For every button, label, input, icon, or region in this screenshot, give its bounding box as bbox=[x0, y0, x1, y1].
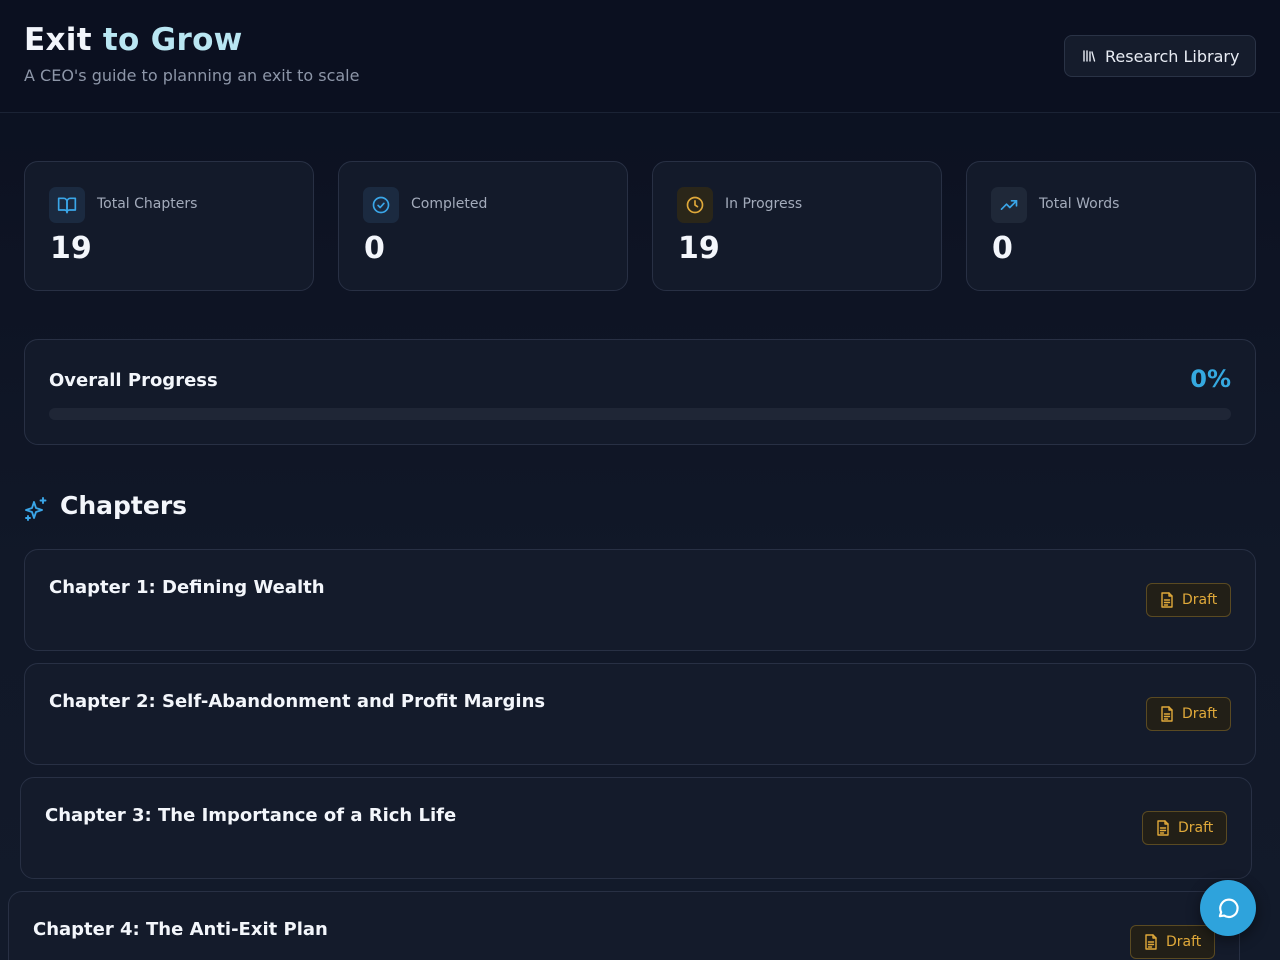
message-circle-icon bbox=[1218, 898, 1239, 919]
chapter-card[interactable]: Chapter 4: The Anti-Exit Plan Draft bbox=[8, 891, 1240, 960]
chapter-card[interactable]: Chapter 3: The Importance of a Rich Life… bbox=[20, 777, 1252, 879]
sparkles-icon bbox=[25, 497, 47, 521]
stat-card-total-chapters: Total Chapters 19 bbox=[24, 161, 314, 291]
check-circle-icon bbox=[363, 187, 399, 223]
app-header: Exit to Grow A CEO's guide to planning a… bbox=[0, 0, 1280, 113]
chapter-card[interactable]: Chapter 1: Defining Wealth Draft bbox=[24, 549, 1256, 651]
file-text-icon bbox=[1161, 706, 1173, 722]
status-badge: Draft bbox=[1142, 811, 1227, 845]
progress-bar bbox=[49, 408, 1231, 420]
app-title-part1: Exit bbox=[24, 22, 92, 58]
stat-label: Total Words bbox=[1039, 196, 1120, 212]
research-library-button[interactable]: Research Library bbox=[1064, 35, 1256, 77]
chapter-title: Chapter 2: Self-Abandonment and Profit M… bbox=[49, 691, 546, 712]
progress-percent: 0% bbox=[1190, 365, 1231, 393]
chapters-heading: Chapters bbox=[60, 491, 188, 520]
stat-label: In Progress bbox=[725, 196, 803, 212]
status-badge-label: Draft bbox=[1178, 820, 1214, 836]
file-text-icon bbox=[1157, 820, 1169, 836]
chapter-title: Chapter 1: Defining Wealth bbox=[49, 577, 325, 598]
status-badge-label: Draft bbox=[1182, 706, 1218, 722]
chapter-title: Chapter 4: The Anti-Exit Plan bbox=[33, 919, 328, 940]
file-text-icon bbox=[1145, 934, 1157, 950]
status-badge-label: Draft bbox=[1166, 934, 1202, 950]
stat-value: 0 bbox=[364, 231, 385, 266]
status-badge: Draft bbox=[1146, 583, 1231, 617]
book-open-icon bbox=[49, 187, 85, 223]
overall-progress-card: Overall Progress 0% bbox=[24, 339, 1256, 445]
app-title-part2: to Grow bbox=[102, 22, 243, 58]
clock-icon bbox=[677, 187, 713, 223]
stat-value: 19 bbox=[678, 231, 720, 266]
chapter-title: Chapter 3: The Importance of a Rich Life bbox=[45, 805, 457, 826]
stat-value: 19 bbox=[50, 231, 92, 266]
research-library-label: Research Library bbox=[1105, 46, 1240, 66]
status-badge-label: Draft bbox=[1182, 592, 1218, 608]
stat-value: 0 bbox=[992, 231, 1013, 266]
file-text-icon bbox=[1161, 592, 1173, 608]
progress-title: Overall Progress bbox=[49, 370, 218, 391]
trending-up-icon bbox=[991, 187, 1027, 223]
stat-card-completed: Completed 0 bbox=[338, 161, 628, 291]
status-badge: Draft bbox=[1130, 925, 1215, 959]
stat-card-in-progress: In Progress 19 bbox=[652, 161, 942, 291]
chat-button[interactable] bbox=[1200, 880, 1256, 936]
stat-label: Completed bbox=[411, 196, 488, 212]
app-title: Exit to Grow bbox=[24, 22, 243, 58]
stat-label: Total Chapters bbox=[97, 196, 198, 212]
library-icon bbox=[1083, 50, 1096, 62]
stat-card-total-words: Total Words 0 bbox=[966, 161, 1256, 291]
app-subtitle: A CEO's guide to planning an exit to sca… bbox=[24, 66, 360, 85]
chapter-card[interactable]: Chapter 2: Self-Abandonment and Profit M… bbox=[24, 663, 1256, 765]
status-badge: Draft bbox=[1146, 697, 1231, 731]
